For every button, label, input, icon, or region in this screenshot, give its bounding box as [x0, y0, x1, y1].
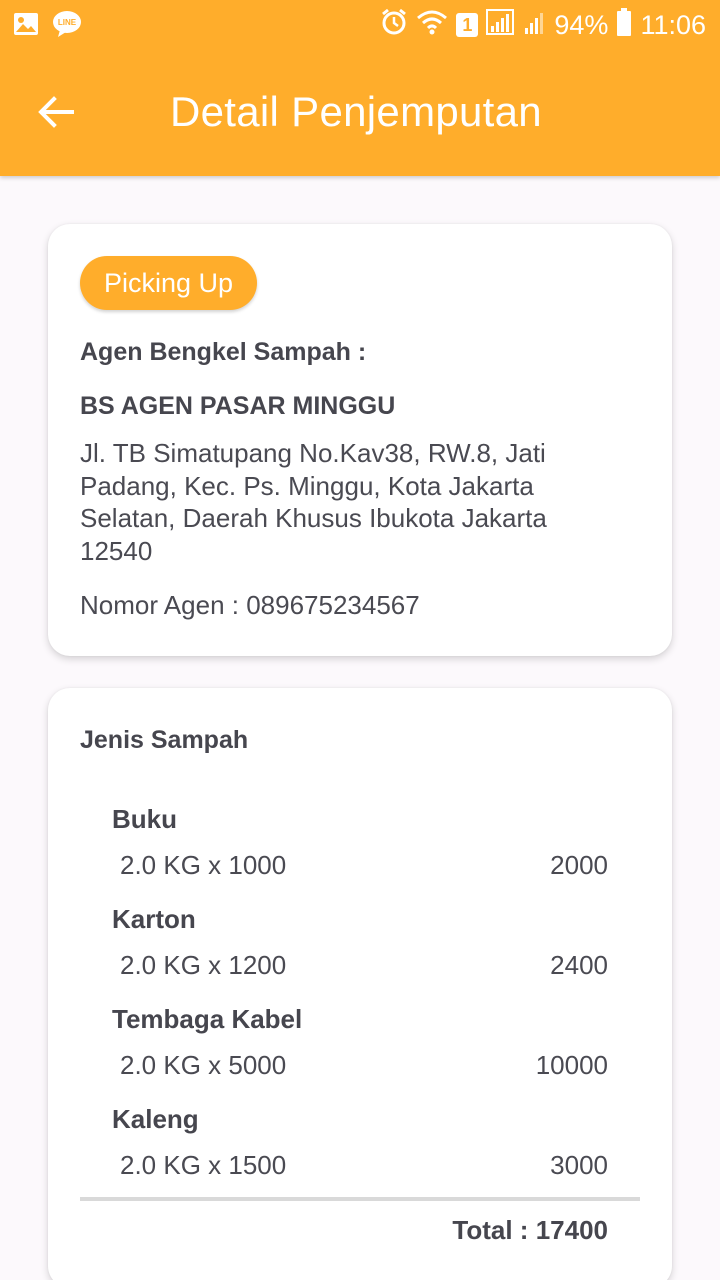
- item-subtotal: 10000: [535, 1050, 608, 1080]
- back-button[interactable]: [36, 92, 76, 132]
- wifi-icon: [416, 8, 448, 43]
- item-name: Buku: [112, 804, 177, 834]
- alarm-icon: [380, 7, 408, 44]
- sim-badge: 1: [456, 13, 479, 37]
- system-status: 1 94% 11:06: [380, 6, 706, 44]
- item-subtotal: 2000: [550, 850, 608, 880]
- arrow-left-icon: [38, 96, 74, 128]
- svg-text:LINE: LINE: [58, 18, 77, 27]
- item-subtotal: 2400: [550, 950, 608, 980]
- item-quantity: 2.0 KG x 1500: [120, 1150, 287, 1180]
- status-bar: LINE 1 94% 11:06: [0, 0, 720, 50]
- agent-address: Jl. TB Simatupang No.Kav38, RW.8, Jati P…: [80, 438, 547, 566]
- notification-icons: LINE: [12, 10, 82, 43]
- signal-icon: [524, 8, 546, 43]
- item-name: Tembaga Kabel: [112, 1004, 303, 1034]
- item-quantity: 2.0 KG x 1000: [120, 850, 287, 880]
- section-title: Jenis Sampah: [80, 726, 249, 754]
- item-quantity: 2.0 KG x 1200: [120, 950, 287, 980]
- divider: [80, 1197, 640, 1201]
- item-name: Karton: [112, 904, 196, 934]
- clock: 11:06: [640, 9, 706, 40]
- battery-icon: [616, 7, 632, 44]
- item-quantity: 2.0 KG x 5000: [120, 1050, 287, 1080]
- item-subtotal: 3000: [550, 1150, 608, 1180]
- signal-icon: [486, 8, 516, 43]
- total-amount: Total : 17400: [452, 1215, 608, 1245]
- agent-label: Agen Bengkel Sampah :: [80, 338, 367, 366]
- item-name: Kaleng: [112, 1104, 199, 1134]
- waste-items-card: Jenis Sampah Buku 2.0 KG x 1000 2000 Kar…: [48, 688, 672, 1280]
- line-app-icon: LINE: [52, 10, 82, 43]
- status-badge: Picking Up: [80, 256, 258, 310]
- agent-phone: Nomor Agen : 089675234567: [80, 590, 420, 620]
- battery-percent: 94%: [554, 9, 609, 40]
- gallery-icon: [12, 10, 40, 43]
- app-header: LINE 1 94% 11:06 Detail Penjemputan: [0, 0, 720, 176]
- page-title: Detail Penjemputan: [170, 88, 542, 135]
- agent-name: BS AGEN PASAR MINGGU: [80, 392, 396, 420]
- agent-card: Picking Up Agen Bengkel Sampah : BS AGEN…: [48, 224, 672, 656]
